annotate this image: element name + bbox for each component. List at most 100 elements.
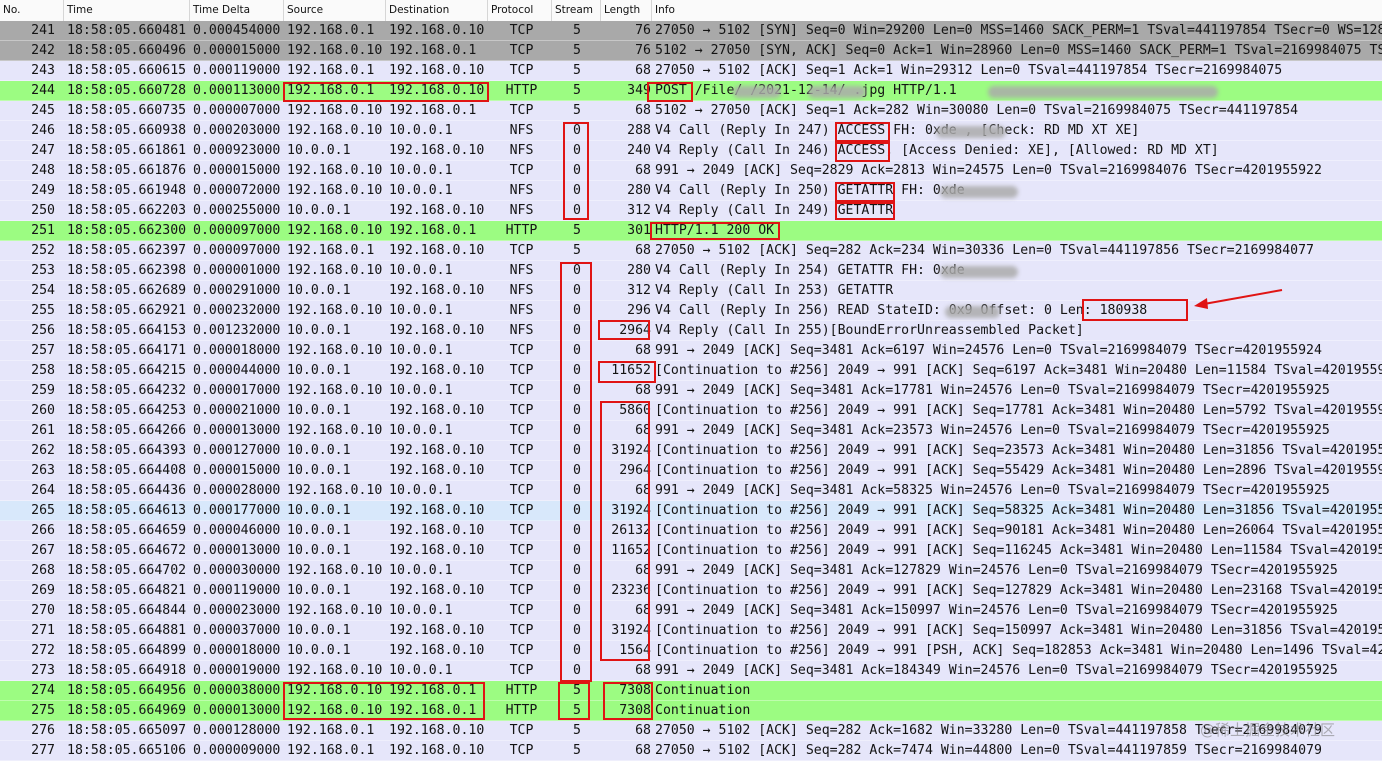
column-header-length[interactable]: Length: [604, 4, 640, 16]
packet-row[interactable]: 264 18:58:05.664436 0.000028000 192.168.0.1…: [0, 481, 1382, 501]
column-header-no[interactable]: No.: [3, 4, 20, 16]
cell-info: Continuation: [655, 683, 751, 698]
cell-no: 277: [31, 743, 55, 758]
packet-row[interactable]: 246 18:58:05.660938 0.000203000 192.168.0.1…: [0, 121, 1382, 141]
cell-stream: 0: [573, 383, 581, 398]
packet-row[interactable]: 268 18:58:05.664702 0.000030000 192.168.0.1…: [0, 561, 1382, 581]
column-header-info[interactable]: Info: [655, 4, 675, 16]
cell-time: 18:58:05.660615: [67, 63, 187, 78]
packet-row[interactable]: 248 18:58:05.661876 0.000015000 192.168.0.1…: [0, 161, 1382, 181]
cell-time: 18:58:05.660938: [67, 123, 187, 138]
cell-delta: 0.000015000: [193, 463, 281, 478]
cell-delta: 0.000013000: [193, 543, 281, 558]
packet-row[interactable]: 271 18:58:05.664881 0.000037000 10.0.0.1 192…: [0, 621, 1382, 641]
packet-row[interactable]: 243 18:58:05.660615 0.000119000 192.168.0.1…: [0, 61, 1382, 81]
packet-row[interactable]: 277 18:58:05.665106 0.000009000 192.168.0.1…: [0, 741, 1382, 761]
cell-stream: 5: [573, 103, 581, 118]
redaction-blur: [940, 266, 1018, 278]
cell-delta: 0.000017000: [193, 383, 281, 398]
cell-stream: 0: [573, 363, 581, 378]
cell-delta: 0.000128000: [193, 723, 281, 738]
cell-proto: TCP: [509, 663, 534, 678]
packet-row[interactable]: 274 18:58:05.664956 0.000038000 192.168.0.1…: [0, 681, 1382, 701]
packet-row[interactable]: 263 18:58:05.664408 0.000015000 10.0.0.1 192…: [0, 461, 1382, 481]
column-header-time[interactable]: Time: [67, 4, 93, 16]
cell-proto: HTTP: [505, 83, 538, 98]
cell-no: 248: [31, 163, 55, 178]
cell-time: 18:58:05.661948: [67, 183, 187, 198]
cell-proto: NFS: [509, 263, 534, 278]
cell-proto: TCP: [509, 443, 534, 458]
cell-src: 10.0.0.1: [287, 403, 351, 418]
cell-dst: 192.168.0.10: [389, 283, 485, 298]
packet-row[interactable]: 259 18:58:05.664232 0.000017000 192.168.0.1…: [0, 381, 1382, 401]
cell-time: 18:58:05.664969: [67, 703, 187, 718]
cell-src: 192.168.0.10: [287, 183, 383, 198]
packet-row[interactable]: 275 18:58:05.664969 0.000013000 192.168.0.1…: [0, 701, 1382, 721]
column-header-source[interactable]: Source: [287, 4, 323, 16]
packet-row[interactable]: 261 18:58:05.664266 0.000013000 192.168.0.1…: [0, 421, 1382, 441]
cell-stream: 5: [573, 723, 581, 738]
cell-info: V4 Call (Reply In 254) GETATTR FH: 0xde: [655, 263, 965, 278]
packet-row[interactable]: 247 18:58:05.661861 0.000923000 10.0.0.1 192…: [0, 141, 1382, 161]
cell-info: 991 → 2049 [ACK] Seq=2829 Ack=2813 Win=2…: [655, 163, 1322, 178]
packet-row[interactable]: 258 18:58:05.664215 0.000044000 10.0.0.1 192…: [0, 361, 1382, 381]
packet-row[interactable]: 242 18:58:05.660496 0.000015000 192.168.0.1…: [0, 41, 1382, 61]
cell-src: 192.168.0.1: [287, 243, 375, 258]
packet-row[interactable]: 260 18:58:05.664253 0.000021000 10.0.0.1 192…: [0, 401, 1382, 421]
cell-dst: 10.0.0.1: [389, 123, 453, 138]
cell-len: 7308: [619, 703, 651, 718]
redaction-blur: [733, 86, 781, 98]
cell-no: 266: [31, 523, 55, 538]
packet-row[interactable]: 266 18:58:05.664659 0.000046000 10.0.0.1 192…: [0, 521, 1382, 541]
packet-row[interactable]: 270 18:58:05.664844 0.000023000 192.168.0.1…: [0, 601, 1382, 621]
packet-row[interactable]: 265 18:58:05.664613 0.000177000 10.0.0.1 192…: [0, 501, 1382, 521]
packet-row[interactable]: 276 18:58:05.665097 0.000128000 192.168.0.1…: [0, 721, 1382, 741]
cell-src: 192.168.0.10: [287, 483, 383, 498]
packet-row[interactable]: 254 18:58:05.662689 0.000291000 10.0.0.1 192…: [0, 281, 1382, 301]
cell-len: 76: [635, 23, 651, 38]
cell-len: 31924: [611, 503, 651, 518]
cell-no: 269: [31, 583, 55, 598]
cell-info: V4 Reply (Call In 246) ACCESS, [Access D…: [655, 143, 1219, 158]
packet-row[interactable]: 252 18:58:05.662397 0.000097000 192.168.0.1…: [0, 241, 1382, 261]
cell-len: 11652: [611, 363, 651, 378]
cell-info: 991 → 2049 [ACK] Seq=3481 Ack=6197 Win=2…: [655, 343, 1322, 358]
cell-proto: TCP: [509, 603, 534, 618]
column-header-delta[interactable]: Time Delta: [193, 4, 250, 16]
cell-delta: 0.000046000: [193, 523, 281, 538]
cell-time: 18:58:05.660735: [67, 103, 187, 118]
packet-row[interactable]: 245 18:58:05.660735 0.000007000 192.168.0.1…: [0, 101, 1382, 121]
cell-dst: 10.0.0.1: [389, 303, 453, 318]
packet-row[interactable]: 255 18:58:05.662921 0.000232000 192.168.0.1…: [0, 301, 1382, 321]
cell-info: 991 → 2049 [ACK] Seq=3481 Ack=184349 Win…: [655, 663, 1338, 678]
packet-row[interactable]: 250 18:58:05.662203 0.000255000 10.0.0.1 192…: [0, 201, 1382, 221]
packet-row[interactable]: 272 18:58:05.664899 0.000018000 10.0.0.1 192…: [0, 641, 1382, 661]
packet-row[interactable]: 273 18:58:05.664918 0.000019000 192.168.0.1…: [0, 661, 1382, 681]
cell-proto: TCP: [509, 243, 534, 258]
packet-row[interactable]: 267 18:58:05.664672 0.000013000 10.0.0.1 192…: [0, 541, 1382, 561]
cell-no: 258: [31, 363, 55, 378]
column-header-protocol[interactable]: Protocol: [491, 4, 533, 16]
cell-info: V4 Call (Reply In 250) GETATTR FH: 0xde: [655, 183, 965, 198]
packet-row[interactable]: 262 18:58:05.664393 0.000127000 10.0.0.1 192…: [0, 441, 1382, 461]
cell-stream: 5: [573, 743, 581, 758]
column-header-destination[interactable]: Destination: [389, 4, 449, 16]
packet-row[interactable]: 257 18:58:05.664171 0.000018000 192.168.0.1…: [0, 341, 1382, 361]
cell-delta: 0.000018000: [193, 643, 281, 658]
packet-row[interactable]: 241 18:58:05.660481 0.000454000 192.168.0.1…: [0, 21, 1382, 41]
packet-row[interactable]: 269 18:58:05.664821 0.000119000 10.0.0.1 192…: [0, 581, 1382, 601]
cell-delta: 0.001232000: [193, 323, 281, 338]
cell-stream: 0: [573, 143, 581, 158]
cell-proto: NFS: [509, 303, 534, 318]
cell-len: 68: [635, 743, 651, 758]
packet-row[interactable]: 249 18:58:05.661948 0.000072000 192.168.0.1…: [0, 181, 1382, 201]
packet-row[interactable]: 251 18:58:05.662300 0.000097000 192.168.0.1…: [0, 221, 1382, 241]
cell-dst: 192.168.0.10: [389, 83, 485, 98]
column-header-stream[interactable]: Stream: [555, 4, 593, 16]
cell-stream: 0: [573, 623, 581, 638]
packet-row[interactable]: 256 18:58:05.664153 0.001232000 10.0.0.1 192…: [0, 321, 1382, 341]
packet-row[interactable]: 253 18:58:05.662398 0.000001000 192.168.0.1…: [0, 261, 1382, 281]
cell-info: 5102 → 27050 [SYN, ACK] Seq=0 Ack=1 Win=…: [655, 43, 1382, 58]
cell-dst: 10.0.0.1: [389, 483, 453, 498]
